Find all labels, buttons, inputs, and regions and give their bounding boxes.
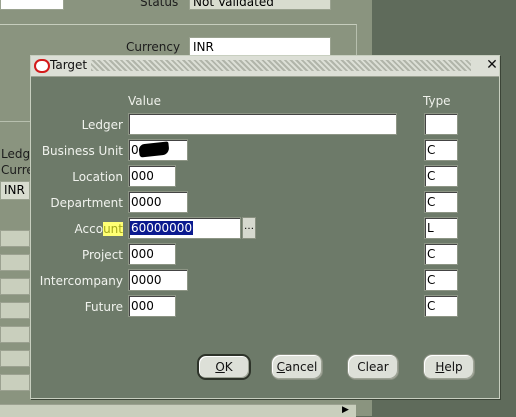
target-dialog: Target ✕ Value Type Ledger Business Unit… xyxy=(30,55,500,399)
account-field[interactable]: 60000000 xyxy=(128,217,241,239)
grid-row[interactable] xyxy=(0,374,30,391)
help-button[interactable]: Help xyxy=(423,354,475,380)
business-unit-value: 0 xyxy=(131,143,139,157)
project-field[interactable]: 000 xyxy=(128,243,176,265)
currency-label: Currency xyxy=(126,40,181,54)
department-type-field[interactable]: C xyxy=(424,191,458,213)
future-field[interactable]: 000 xyxy=(128,295,176,317)
project-type-field[interactable]: C xyxy=(424,243,458,265)
grid-row[interactable] xyxy=(0,326,30,343)
account-type-field[interactable]: L xyxy=(424,217,458,239)
status-label: Status xyxy=(140,0,179,9)
horizontal-scrollbar[interactable]: ▶ xyxy=(0,404,356,417)
ledger-field[interactable] xyxy=(128,113,397,135)
cancel-button[interactable]: Cancel xyxy=(271,354,323,380)
location-label: Location xyxy=(72,170,123,184)
business-unit-label: Business Unit xyxy=(41,144,123,158)
background-field[interactable] xyxy=(0,0,64,10)
clear-button[interactable]: Clear xyxy=(347,354,399,380)
business-unit-field[interactable]: 0 xyxy=(128,139,188,161)
intercompany-label: Intercompany xyxy=(39,274,123,288)
account-value-selected: 60000000 xyxy=(130,221,194,235)
close-icon[interactable]: ✕ xyxy=(485,56,499,74)
redaction-mark xyxy=(138,141,170,158)
business-unit-type-field[interactable]: C xyxy=(424,139,458,161)
type-column-header: Type xyxy=(423,94,451,108)
dialog-titlebar[interactable]: Target ✕ xyxy=(31,56,499,77)
ok-button[interactable]: OK xyxy=(197,354,251,380)
ledger-label: Ledger xyxy=(81,118,123,132)
intercompany-field[interactable]: 0000 xyxy=(128,269,188,291)
oracle-icon xyxy=(34,59,50,73)
account-label: Account xyxy=(11,222,123,236)
status-field: Not Validated xyxy=(189,0,331,10)
department-label: Department xyxy=(50,196,123,210)
titlebar-pattern xyxy=(91,60,471,71)
grid-row[interactable] xyxy=(0,350,30,367)
scroll-right-icon[interactable]: ▶ xyxy=(342,405,349,415)
ledger-type-field[interactable] xyxy=(424,113,458,135)
list-of-values-icon[interactable]: … xyxy=(242,217,256,239)
currency-field[interactable]: INR xyxy=(189,37,331,57)
department-field[interactable]: 0000 xyxy=(128,191,188,213)
account-label-text: Acco xyxy=(74,222,104,236)
account-label-highlight: unt xyxy=(103,222,123,236)
project-label: Project xyxy=(81,248,123,262)
future-type-field[interactable]: C xyxy=(424,295,458,317)
intercompany-type-field[interactable]: C xyxy=(424,269,458,291)
future-label: Future xyxy=(84,300,123,314)
dialog-title: Target xyxy=(50,58,88,72)
value-column-header: Value xyxy=(128,94,161,108)
location-field[interactable]: 000 xyxy=(128,165,176,187)
location-type-field[interactable]: C xyxy=(424,165,458,187)
